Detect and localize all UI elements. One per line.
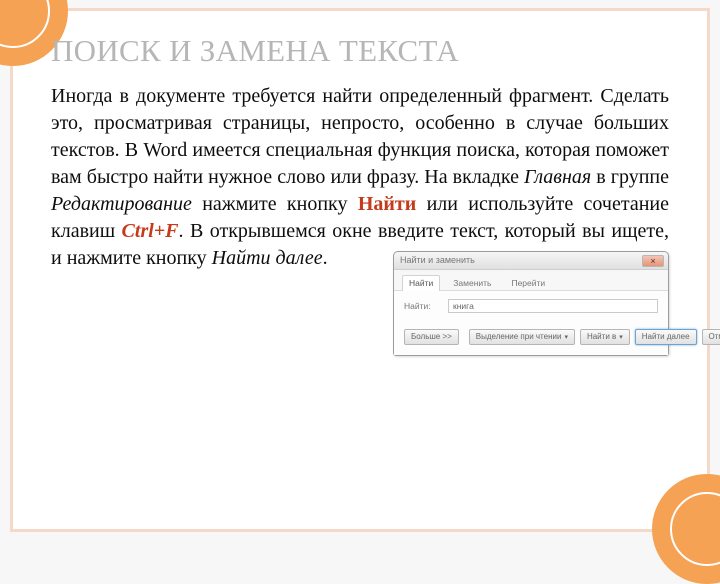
page-title: ПОИСК И ЗАМЕНА ТЕКСТА: [51, 33, 669, 69]
tab-find[interactable]: Найти: [402, 275, 440, 291]
tab-replace[interactable]: Заменить: [446, 275, 498, 291]
find-label: Найти:: [404, 301, 440, 312]
body-text: Иногда в документе требуется найти опред…: [51, 83, 669, 272]
find-in-button[interactable]: Найти в▾: [580, 329, 630, 345]
reading-highlight-button[interactable]: Выделение при чтении▾: [469, 329, 575, 345]
close-button[interactable]: ×: [642, 255, 664, 267]
cancel-button[interactable]: Отмена: [702, 329, 720, 345]
decoration-corner-bottom-right: [652, 474, 720, 584]
find-replace-dialog: Найти и заменить × Найти Заменить Перейт…: [393, 251, 669, 356]
chevron-down-icon: ▾: [564, 333, 568, 342]
chevron-down-icon: ▾: [619, 333, 623, 342]
dialog-title: Найти и заменить: [400, 254, 475, 266]
find-input[interactable]: [448, 299, 658, 313]
tab-goto[interactable]: Перейти: [504, 275, 552, 291]
find-next-button[interactable]: Найти далее: [635, 329, 697, 345]
more-button[interactable]: Больше >>: [404, 329, 459, 345]
